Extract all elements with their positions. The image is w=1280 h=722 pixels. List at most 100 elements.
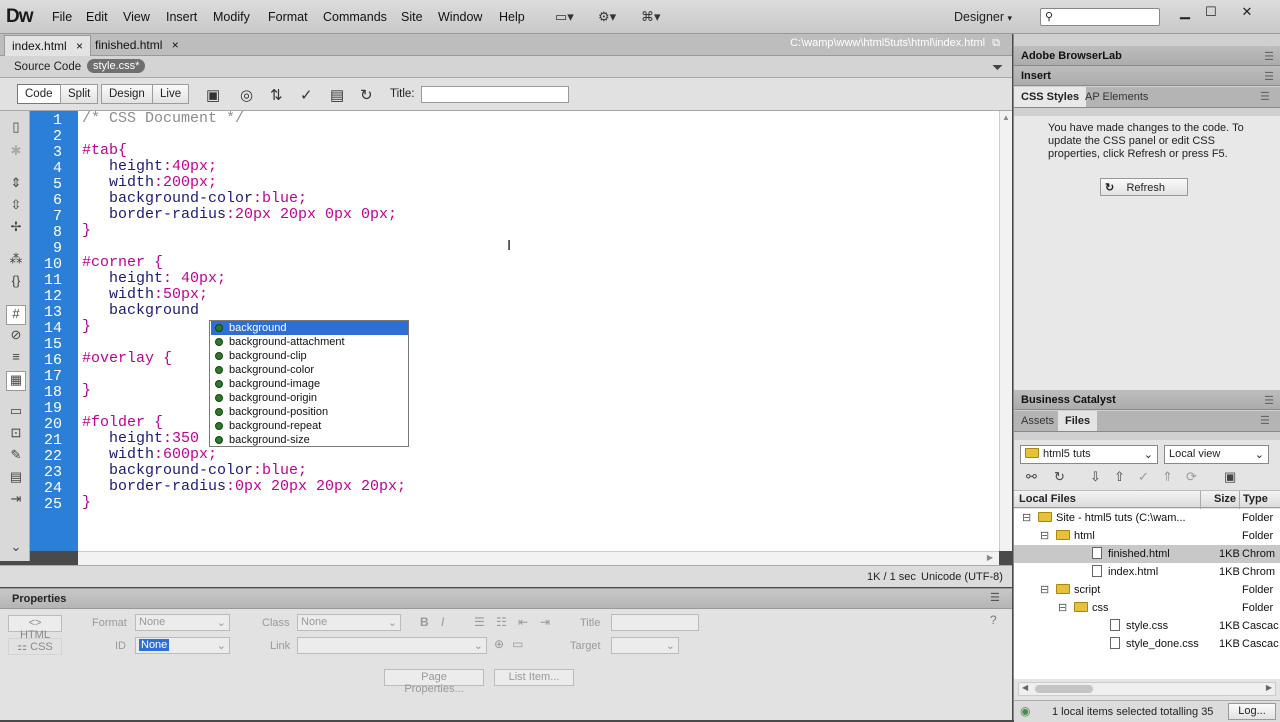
- code-line[interactable]: width:200px;: [82, 175, 217, 191]
- expand-toggle-icon[interactable]: ⊟: [1040, 581, 1049, 599]
- split-view-button[interactable]: Split: [60, 84, 99, 104]
- vertical-scrollbar[interactable]: ▲: [999, 111, 1012, 551]
- check-in-icon[interactable]: ⇑: [1162, 469, 1173, 485]
- close-icon[interactable]: ×: [172, 38, 179, 52]
- document-title-input[interactable]: [421, 86, 569, 103]
- gear-icon[interactable]: ⚙▾: [598, 9, 616, 25]
- related-file-style-css[interactable]: style.css*: [87, 59, 146, 73]
- code-line[interactable]: border-radius:0px 20px 20px 20px;: [82, 479, 406, 495]
- format-select[interactable]: None ⌄: [135, 614, 230, 631]
- close-icon[interactable]: ×: [76, 39, 83, 53]
- put-files-icon[interactable]: ⇧: [1114, 469, 1125, 485]
- code-line[interactable]: #folder {: [82, 415, 163, 431]
- filter-icon[interactable]: ⏷: [992, 59, 1003, 76]
- css-mode-button[interactable]: ⚏ CSS: [8, 638, 62, 655]
- code-line[interactable]: }: [82, 223, 91, 239]
- code-hint-item[interactable]: background-origin: [211, 391, 408, 405]
- unordered-list-icon[interactable]: ☰: [474, 615, 485, 629]
- design-view-button[interactable]: Design: [101, 84, 153, 104]
- code-line[interactable]: /* CSS Document */: [82, 111, 244, 127]
- browserlab-panel-header[interactable]: Adobe BrowserLab ☰: [1014, 46, 1280, 66]
- file-row[interactable]: ⊟ Site - html5 tuts (C:\wam... Folder: [1014, 509, 1280, 527]
- remove-comment-icon[interactable]: ⊡: [6, 425, 26, 445]
- panel-menu-icon[interactable]: ☰: [1260, 90, 1270, 103]
- code-line[interactable]: height:40px;: [82, 159, 217, 175]
- code-hint-popup[interactable]: background background-attachment backgroun…: [209, 320, 409, 447]
- code-line[interactable]: }: [82, 319, 91, 335]
- file-row[interactable]: ⊟ css Folder: [1014, 599, 1280, 617]
- code-line[interactable]: width:50px;: [82, 287, 208, 303]
- code-line[interactable]: background-color:blue;: [82, 463, 307, 479]
- tab-files[interactable]: Files: [1058, 411, 1098, 431]
- browse-folder-icon[interactable]: ▭: [512, 637, 523, 651]
- tab-finished-html[interactable]: finished.html ×: [88, 35, 186, 56]
- code-line[interactable]: #tab{: [82, 143, 127, 159]
- target-select[interactable]: ⌄: [611, 637, 679, 654]
- connect-icon[interactable]: ⚯: [1026, 469, 1037, 485]
- code-line[interactable]: width:600px;: [82, 447, 217, 463]
- tab-assets[interactable]: Assets: [1014, 411, 1061, 431]
- panel-menu-icon[interactable]: ☰: [1260, 414, 1270, 427]
- restore-icon[interactable]: ⧉: [992, 37, 1000, 49]
- recent-snippets-icon[interactable]: ▤: [6, 469, 26, 489]
- tab-index-html[interactable]: index.html ×: [4, 35, 92, 56]
- multiscreen-icon[interactable]: ▣: [206, 86, 220, 104]
- file-row[interactable]: ⊟ script Folder: [1014, 581, 1280, 599]
- col-type[interactable]: Type: [1243, 493, 1268, 505]
- file-row[interactable]: index.html 1KB Chrom: [1014, 563, 1280, 581]
- code-line[interactable]: }: [82, 495, 91, 511]
- apply-comment-icon[interactable]: ▭: [6, 403, 26, 423]
- point-to-file-icon[interactable]: ⊕: [494, 637, 504, 651]
- minimize-button[interactable]: ▁: [1172, 4, 1198, 20]
- code-line[interactable]: border-radius:20px 20px 0px 0px;: [82, 207, 397, 223]
- balance-braces-icon[interactable]: {}: [6, 273, 26, 293]
- italic-icon[interactable]: I: [441, 615, 444, 629]
- bold-icon[interactable]: B: [420, 615, 429, 629]
- more-tools-icon[interactable]: ⌄: [6, 539, 26, 559]
- wrap-tag-icon[interactable]: ✎: [6, 447, 26, 467]
- menu-modify[interactable]: Modify: [213, 10, 250, 24]
- live-view-button[interactable]: Live: [152, 84, 190, 104]
- view-select[interactable]: Local view ⌄: [1164, 445, 1269, 464]
- code-hint-item[interactable]: background-attachment: [211, 335, 408, 349]
- file-row[interactable]: style_done.css 1KB Cascac: [1014, 635, 1280, 653]
- code-line[interactable]: #overlay {: [82, 351, 172, 367]
- horizontal-scrollbar[interactable]: ▶: [78, 551, 999, 565]
- preview-browser-icon[interactable]: ◎: [240, 86, 253, 104]
- menu-window[interactable]: Window: [438, 10, 482, 24]
- code-hint-item[interactable]: background-image: [211, 377, 408, 391]
- ordered-list-icon[interactable]: ☷: [496, 615, 507, 629]
- menu-commands[interactable]: Commands: [323, 10, 387, 24]
- word-wrap-icon[interactable]: ≡: [6, 349, 26, 369]
- title-prop-input[interactable]: [611, 614, 699, 631]
- collapse-full-tag-icon[interactable]: ⇕: [6, 175, 26, 195]
- expand-panel-icon[interactable]: ▣: [1224, 469, 1236, 485]
- business-catalyst-header[interactable]: Business Catalyst ☰: [1014, 390, 1280, 410]
- maximize-button[interactable]: ☐: [1198, 4, 1224, 20]
- check-out-icon[interactable]: ✓: [1138, 469, 1149, 485]
- file-management-icon[interactable]: ⇅: [270, 86, 283, 104]
- w3c-validation-icon[interactable]: ✓: [300, 86, 313, 104]
- help-search-input[interactable]: ⚲: [1040, 8, 1160, 26]
- code-line[interactable]: background-color:blue;: [82, 191, 307, 207]
- files-horizontal-scrollbar[interactable]: ◀ ▶: [1018, 682, 1276, 696]
- open-documents-icon[interactable]: ▯: [6, 119, 26, 139]
- workspace-switcher[interactable]: Designer ▾: [954, 10, 1012, 24]
- layout-icon[interactable]: ▭▾: [555, 9, 574, 25]
- html-mode-button[interactable]: <> HTML: [8, 615, 62, 641]
- select-parent-tag-icon[interactable]: ⁂: [6, 251, 26, 271]
- tab-css-styles[interactable]: CSS Styles: [1014, 87, 1087, 107]
- code-line[interactable]: height:350: [82, 431, 199, 447]
- menu-file[interactable]: File: [52, 10, 72, 24]
- file-row[interactable]: finished.html 1KB Chrom: [1014, 545, 1280, 563]
- code-view-button[interactable]: Code: [17, 84, 61, 104]
- code-hint-item[interactable]: background-clip: [211, 349, 408, 363]
- link-input[interactable]: ⌄: [297, 637, 487, 654]
- menu-view[interactable]: View: [123, 10, 150, 24]
- col-local-files[interactable]: Local Files: [1019, 493, 1076, 505]
- code-line[interactable]: #corner {: [82, 255, 163, 271]
- highlight-invalid-icon[interactable]: ⊘: [6, 327, 26, 347]
- insert-panel-header[interactable]: Insert ☰: [1014, 66, 1280, 86]
- tab-ap-elements[interactable]: AP Elements: [1078, 87, 1155, 107]
- indent-code-icon[interactable]: ⇥: [6, 491, 26, 511]
